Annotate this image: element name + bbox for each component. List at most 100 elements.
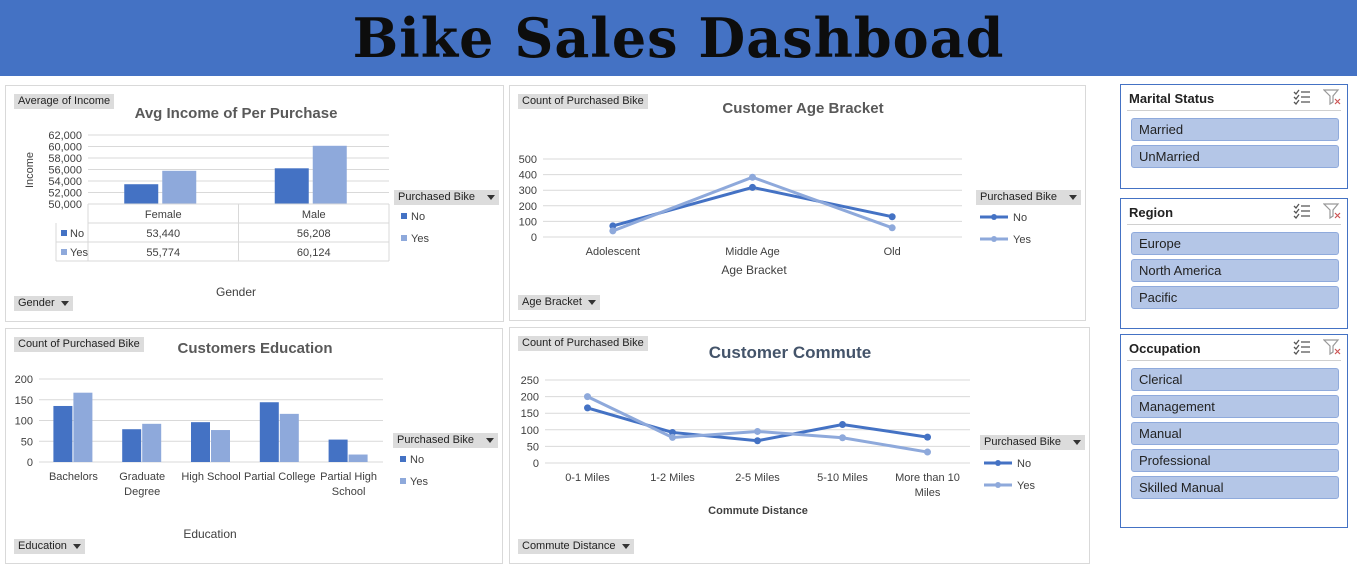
gender-field-button[interactable]: Gender <box>14 296 73 311</box>
x-tick-label: Old <box>884 246 901 258</box>
y-tick-label: 0 <box>531 232 537 244</box>
x-tick-label: High School <box>181 471 240 483</box>
bar-yes <box>348 454 368 462</box>
age-bracket-field-button[interactable]: Age Bracket <box>518 295 600 310</box>
legend-marker <box>991 236 997 242</box>
legend-label: No <box>1017 458 1031 470</box>
y-tick-label: 56,000 <box>48 165 82 177</box>
table-value: 60,124 <box>297 247 331 259</box>
table-legend-swatch <box>61 249 67 255</box>
dropdown-arrow-icon <box>1073 439 1082 445</box>
axis-field-label: Education <box>18 540 67 552</box>
y-tick-label: 52,000 <box>48 188 82 200</box>
data-point <box>584 404 591 412</box>
value-field-label: Count of Purchased Bike <box>522 95 644 107</box>
age-chart-panel[interactable]: Customer Age Bracket 500 400 300 200 100 0 Adol… <box>509 85 1086 321</box>
legend-field-button[interactable]: Purchased Bike <box>393 433 499 448</box>
legend-swatch <box>400 456 406 462</box>
legend-title: Purchased Bike <box>398 191 476 203</box>
commute-field-button[interactable]: Commute Distance <box>518 539 634 554</box>
data-point <box>924 433 931 441</box>
clear-filter-icon[interactable] <box>1322 89 1341 106</box>
multi-select-icon[interactable] <box>1293 203 1311 219</box>
multi-select-icon[interactable] <box>1293 89 1311 105</box>
bar-yes <box>162 170 197 204</box>
legend-marker <box>995 460 1001 466</box>
slicer-item-manual[interactable]: Manual <box>1131 422 1339 445</box>
legend-title: Purchased Bike <box>984 436 1062 448</box>
data-point <box>584 393 591 401</box>
dropdown-arrow-icon <box>486 437 495 443</box>
x-axis-label: Commute Distance <box>708 505 808 517</box>
slicer-item-married[interactable]: Married <box>1131 118 1339 141</box>
dropdown-arrow-icon <box>621 543 630 549</box>
legend-field-button[interactable]: Purchased Bike <box>976 190 1082 205</box>
clear-filter-icon[interactable] <box>1322 339 1341 356</box>
x-axis-label: Gender <box>216 285 256 299</box>
chart-title: Avg Income of Per Purchase <box>135 105 338 122</box>
legend-title: Purchased Bike <box>397 434 475 446</box>
slicer-header: Occupation <box>1127 335 1341 361</box>
bar-yes <box>211 430 230 462</box>
y-tick-label: 300 <box>519 185 537 197</box>
legend-swatch <box>401 213 407 219</box>
x-tick-label: Partial College <box>244 471 316 483</box>
value-field-button[interactable]: Count of Purchased Bike <box>14 337 144 352</box>
clear-filter-icon[interactable] <box>1322 203 1341 220</box>
legend-label: Yes <box>411 233 429 245</box>
y-tick-label: 200 <box>521 392 539 404</box>
bar-yes <box>279 413 299 462</box>
y-tick-label: 150 <box>15 395 33 407</box>
y-tick-label: 400 <box>519 170 537 182</box>
x-tick-label: 5-10 Miles <box>817 472 868 484</box>
x-tick-label: Graduate Degree <box>119 471 165 498</box>
slicer-item-management[interactable]: Management <box>1131 395 1339 418</box>
legend-marker <box>991 214 997 220</box>
legend-marker <box>995 482 1001 488</box>
series-line-no <box>612 185 893 228</box>
slicer-item-skilled-manual[interactable]: Skilled Manual <box>1131 476 1339 499</box>
y-tick-label: 200 <box>15 374 33 386</box>
x-axis-label: Age Bracket <box>721 263 787 277</box>
y-tick-label: 250 <box>521 375 539 387</box>
data-point <box>924 448 931 456</box>
slicer-item-professional[interactable]: Professional <box>1131 449 1339 472</box>
legend-label: Yes <box>1017 480 1035 492</box>
y-tick-label: 50 <box>527 441 539 453</box>
bar-yes <box>73 392 93 462</box>
region-slicer: Region Europe North America Pacific <box>1120 198 1348 329</box>
education-field-button[interactable]: Education <box>14 539 85 554</box>
legend-field-button[interactable]: Purchased Bike <box>980 435 1086 450</box>
data-point <box>754 437 761 445</box>
slicer-item-unmarried[interactable]: UnMarried <box>1131 145 1339 168</box>
slicer-items: Clerical Management Manual Professional Skil… <box>1121 361 1347 499</box>
y-tick-label: 100 <box>519 216 537 228</box>
slicer-item-clerical[interactable]: Clerical <box>1131 368 1339 391</box>
slicer-item-europe[interactable]: Europe <box>1131 232 1339 255</box>
value-field-button[interactable]: Count of Purchased Bike <box>518 336 648 351</box>
slicer-item-north-america[interactable]: North America <box>1131 259 1339 282</box>
multi-select-icon[interactable] <box>1293 339 1311 355</box>
value-field-label: Average of Income <box>18 95 111 107</box>
slicer-item-pacific[interactable]: Pacific <box>1131 286 1339 309</box>
y-tick-label: 50,000 <box>48 199 82 211</box>
y-tick-label: 54,000 <box>48 176 82 188</box>
x-tick-label: Adolescent <box>586 246 640 258</box>
y-tick-label: 62,000 <box>48 130 82 142</box>
dropdown-arrow-icon <box>60 300 69 306</box>
bar-no <box>191 422 210 462</box>
bar-no <box>274 168 309 204</box>
dashboard-title: Bike Sales Dashboad <box>352 6 1005 70</box>
education-chart-panel[interactable]: Customers Education 200 150 100 50 0 Bachelors… <box>5 328 503 564</box>
commute-chart-panel[interactable]: Customer Commute 250 200 150 100 50 0 0-1 Miles… <box>509 327 1090 564</box>
value-field-button[interactable]: Average of Income <box>14 94 115 109</box>
slicer-title: Occupation <box>1129 341 1201 356</box>
marital-status-slicer: Marital Status Married UnMarried <box>1120 84 1348 189</box>
value-field-button[interactable]: Count of Purchased Bike <box>518 94 648 109</box>
x-tick-label: 1-2 Miles <box>650 472 695 484</box>
legend-field-button[interactable]: Purchased Bike <box>394 190 500 205</box>
income-chart-panel[interactable]: Avg Income of Per Purchase Income 62,000 60… <box>5 85 504 322</box>
slicer-items: Europe North America Pacific <box>1121 225 1347 309</box>
axis-field-label: Gender <box>18 297 55 309</box>
table-legend-swatch <box>61 230 67 236</box>
